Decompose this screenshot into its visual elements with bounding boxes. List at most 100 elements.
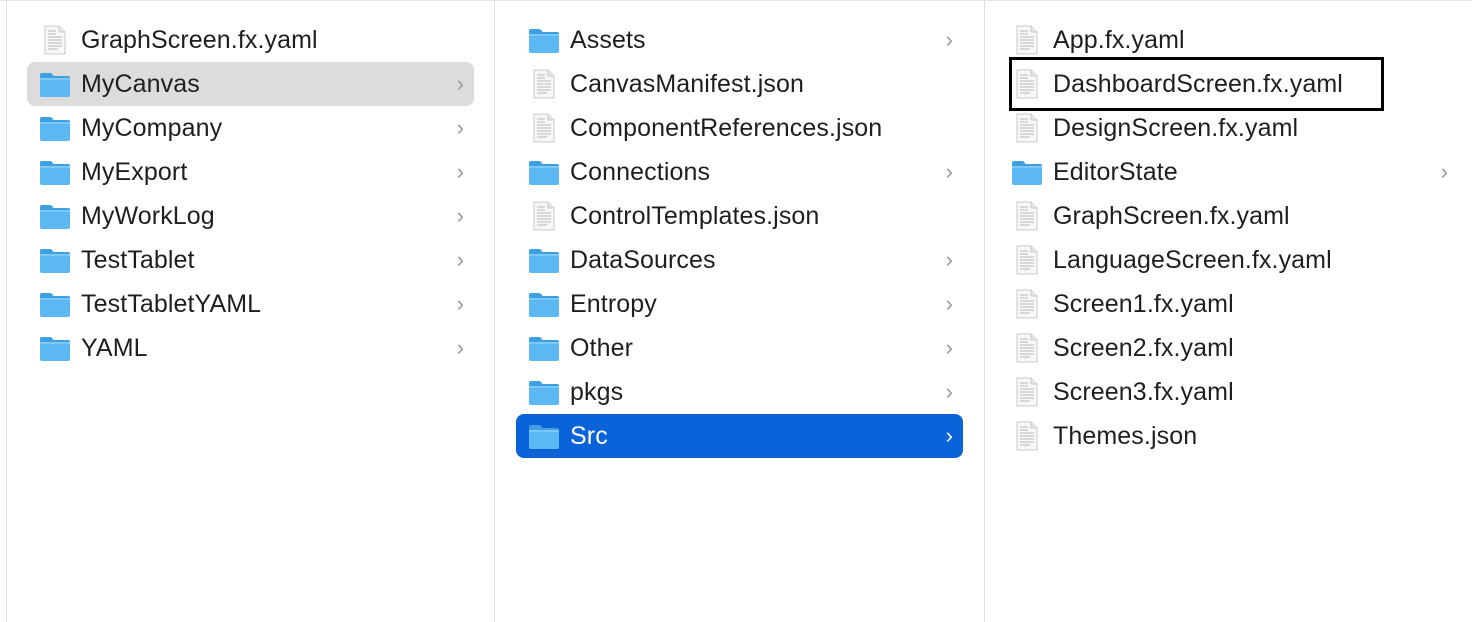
item-label: pkgs (570, 377, 624, 406)
folder-icon (39, 245, 71, 275)
chevron-right-icon: › (456, 247, 464, 272)
folder-item-other[interactable]: Other › (516, 326, 963, 370)
folder-item-datasources[interactable]: DataSources › (516, 238, 963, 282)
chevron-right-icon: › (456, 115, 464, 140)
chevron-right-icon: › (456, 335, 464, 360)
folder-item-testtabletyaml[interactable]: TestTabletYAML › (27, 282, 474, 326)
chevron-right-icon: › (1440, 159, 1448, 184)
folder-icon (528, 333, 560, 363)
chevron-right-icon: › (945, 27, 953, 52)
item-label: GraphScreen.fx.yaml (81, 25, 318, 54)
folder-item-connections[interactable]: Connections › (516, 150, 963, 194)
item-label: Themes.json (1053, 421, 1198, 450)
file-item-componentreferences-json[interactable]: ComponentReferences.json (516, 106, 963, 150)
column-2-list: Assets › CanvasManifest.json ComponentRefer… (495, 18, 984, 458)
file-icon (528, 69, 560, 99)
item-label: MyCompany (81, 113, 223, 142)
chevron-right-icon: › (945, 291, 953, 316)
file-item-graphscreen-fx-yaml[interactable]: GraphScreen.fx.yaml (27, 18, 474, 62)
item-label: DataSources (570, 245, 716, 274)
column-1[interactable]: GraphScreen.fx.yaml MyCanvas › MyCompany › My… (7, 1, 495, 622)
file-icon (1011, 421, 1043, 451)
column-3-list: App.fx.yaml DashboardScreen.fx.yaml Design… (985, 18, 1472, 458)
file-icon (1011, 25, 1043, 55)
folder-icon (39, 113, 71, 143)
file-icon (1011, 289, 1043, 319)
file-item-languagescreen-fx-yaml[interactable]: LanguageScreen.fx.yaml (999, 238, 1458, 282)
folder-icon (39, 333, 71, 363)
item-label: Screen2.fx.yaml (1053, 333, 1234, 362)
item-label: Other (570, 333, 634, 362)
item-label: Entropy (570, 289, 657, 318)
folder-item-editorstate[interactable]: EditorState › (999, 150, 1458, 194)
folder-icon (39, 69, 71, 99)
file-icon (528, 201, 560, 231)
item-label: MyExport (81, 157, 188, 186)
file-item-screen3-fx-yaml[interactable]: Screen3.fx.yaml (999, 370, 1458, 414)
item-label: Src (570, 421, 608, 450)
item-label: Screen1.fx.yaml (1053, 289, 1234, 318)
item-label: Screen3.fx.yaml (1053, 377, 1234, 406)
column-2[interactable]: Assets › CanvasManifest.json ComponentRefer… (495, 1, 985, 622)
folder-icon (528, 157, 560, 187)
item-label: DashboardScreen.fx.yaml (1053, 69, 1343, 98)
folder-item-src[interactable]: Src › (516, 414, 963, 458)
folder-icon (528, 289, 560, 319)
chevron-right-icon: › (945, 247, 953, 272)
file-item-canvasmanifest-json[interactable]: CanvasManifest.json (516, 62, 963, 106)
file-item-graphscreen-fx-yaml[interactable]: GraphScreen.fx.yaml (999, 194, 1458, 238)
item-label: TestTablet (81, 245, 195, 274)
column-1-list: GraphScreen.fx.yaml MyCanvas › MyCompany › My… (7, 18, 494, 370)
file-icon (1011, 69, 1043, 99)
item-label: MyCanvas (81, 69, 200, 98)
file-item-app-fx-yaml[interactable]: App.fx.yaml (999, 18, 1458, 62)
file-item-screen2-fx-yaml[interactable]: Screen2.fx.yaml (999, 326, 1458, 370)
item-label: GraphScreen.fx.yaml (1053, 201, 1290, 230)
item-label: LanguageScreen.fx.yaml (1053, 245, 1332, 274)
folder-icon (528, 245, 560, 275)
item-label: Connections (570, 157, 711, 186)
folder-item-pkgs[interactable]: pkgs › (516, 370, 963, 414)
file-item-screen1-fx-yaml[interactable]: Screen1.fx.yaml (999, 282, 1458, 326)
item-label: CanvasManifest.json (570, 69, 804, 98)
chevron-right-icon: › (945, 335, 953, 360)
chevron-right-icon: › (456, 291, 464, 316)
chevron-right-icon: › (945, 379, 953, 404)
chevron-right-icon: › (945, 423, 953, 448)
folder-icon (528, 25, 560, 55)
file-item-designscreen-fx-yaml[interactable]: DesignScreen.fx.yaml (999, 106, 1458, 150)
file-icon (1011, 333, 1043, 363)
folder-item-myexport[interactable]: MyExport › (27, 150, 474, 194)
item-label: DesignScreen.fx.yaml (1053, 113, 1299, 142)
chevron-right-icon: › (456, 71, 464, 96)
folder-item-mycompany[interactable]: MyCompany › (27, 106, 474, 150)
folder-item-myworklog[interactable]: MyWorkLog › (27, 194, 474, 238)
item-label: EditorState (1053, 157, 1178, 186)
file-icon (1011, 377, 1043, 407)
file-icon (528, 113, 560, 143)
folder-item-testtablet[interactable]: TestTablet › (27, 238, 474, 282)
folder-item-entropy[interactable]: Entropy › (516, 282, 963, 326)
chevron-right-icon: › (456, 159, 464, 184)
item-label: YAML (81, 333, 148, 362)
file-item-controltemplates-json[interactable]: ControlTemplates.json (516, 194, 963, 238)
chevron-right-icon: › (456, 203, 464, 228)
folder-item-mycanvas[interactable]: MyCanvas › (27, 62, 474, 106)
file-item-dashboardscreen-fx-yaml[interactable]: DashboardScreen.fx.yaml (999, 62, 1458, 106)
folder-icon (39, 289, 71, 319)
folder-icon (1011, 157, 1043, 187)
folder-icon (528, 377, 560, 407)
item-label: TestTabletYAML (81, 289, 262, 318)
file-icon (1011, 245, 1043, 275)
item-label: ControlTemplates.json (570, 201, 820, 230)
file-icon (1011, 113, 1043, 143)
file-item-themes-json[interactable]: Themes.json (999, 414, 1458, 458)
folder-icon (39, 157, 71, 187)
item-label: App.fx.yaml (1053, 25, 1185, 54)
folder-item-assets[interactable]: Assets › (516, 18, 963, 62)
chevron-right-icon: › (945, 159, 953, 184)
folder-item-yaml[interactable]: YAML › (27, 326, 474, 370)
column-3[interactable]: App.fx.yaml DashboardScreen.fx.yaml Design… (985, 1, 1472, 622)
folder-icon (528, 421, 560, 451)
folder-icon (39, 201, 71, 231)
